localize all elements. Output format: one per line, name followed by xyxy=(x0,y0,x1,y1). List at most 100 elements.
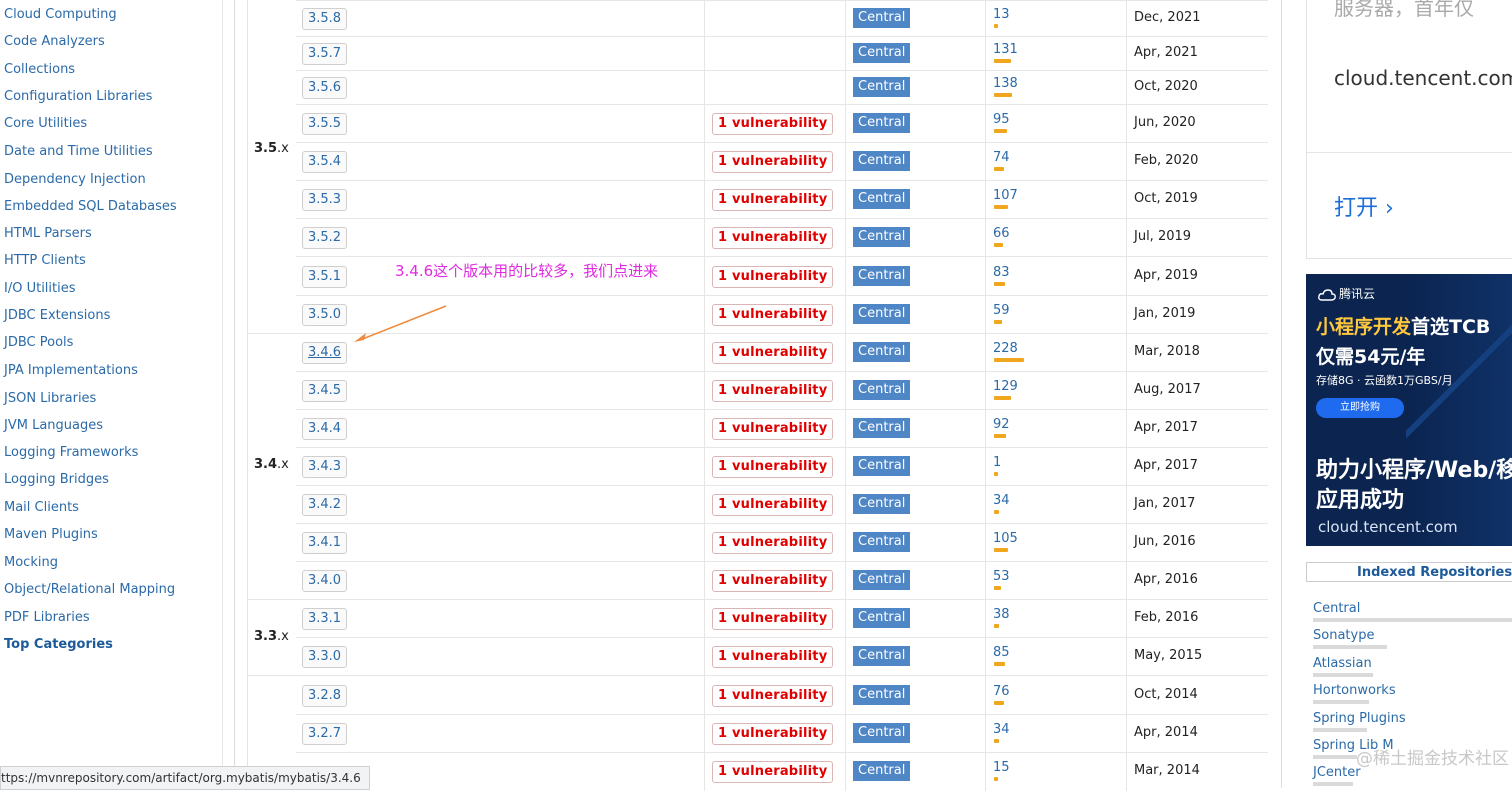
vulnerability-badge[interactable]: 1 vulnerability xyxy=(712,380,834,402)
sidebar-category-link[interactable]: Dependency Injection xyxy=(4,172,146,187)
repository-badge[interactable]: Central xyxy=(853,265,911,286)
version-link[interactable]: 3.5.5 xyxy=(302,113,348,135)
usages-link[interactable]: 85 xyxy=(993,645,1010,660)
sidebar-category-link[interactable]: Logging Frameworks xyxy=(4,445,138,460)
sidebar-category-link[interactable]: Mocking xyxy=(4,555,58,570)
ad-banner[interactable]: 腾讯云 小程序开发首选TCB 仅需54元/年 存储8G · 云函数1万GBS/月… xyxy=(1306,274,1512,546)
repository-badge[interactable]: Central xyxy=(853,456,911,476)
sidebar-category-link[interactable]: Collections xyxy=(4,62,75,77)
repository-badge[interactable]: Central xyxy=(853,304,911,324)
vulnerability-badge[interactable]: 1 vulnerability xyxy=(712,532,834,554)
version-link[interactable]: 3.5.7 xyxy=(302,43,348,65)
usages-link[interactable]: 105 xyxy=(993,531,1018,546)
version-link[interactable]: 3.2.8 xyxy=(302,684,348,707)
version-link[interactable]: 3.5.1 xyxy=(302,265,348,288)
sidebar-category-link[interactable]: HTTP Clients xyxy=(4,253,86,268)
vulnerability-badge[interactable]: 1 vulnerability xyxy=(712,646,834,668)
ad-open-link[interactable]: 打开 › xyxy=(1334,190,1394,222)
version-link[interactable]: 3.3.1 xyxy=(302,608,348,630)
repository-badge[interactable]: Central xyxy=(853,608,911,628)
usages-link[interactable]: 74 xyxy=(993,150,1010,165)
vulnerability-badge[interactable]: 1 vulnerability xyxy=(712,608,834,630)
vulnerability-badge[interactable]: 1 vulnerability xyxy=(712,761,834,783)
version-link[interactable]: 3.4.0 xyxy=(302,570,348,592)
usages-link[interactable]: 34 xyxy=(993,722,1010,737)
sidebar-category-link[interactable]: JVM Languages xyxy=(4,418,103,433)
repository-badge[interactable]: Central xyxy=(853,684,911,705)
vulnerability-badge[interactable]: 1 vulnerability xyxy=(712,684,834,707)
sidebar-category-link[interactable]: Object/Relational Mapping xyxy=(4,582,175,597)
repository-badge[interactable]: Central xyxy=(853,8,911,28)
sidebar-category-link[interactable]: JPA Implementations xyxy=(4,363,138,378)
usages-link[interactable]: 15 xyxy=(993,760,1010,775)
version-link[interactable]: 3.3.0 xyxy=(302,646,348,668)
repository-badge[interactable]: Central xyxy=(853,342,911,362)
repository-badge[interactable]: Central xyxy=(853,723,911,743)
sidebar-category-link[interactable]: JDBC Pools xyxy=(4,335,73,350)
usages-link[interactable]: 38 xyxy=(993,607,1010,622)
ad-buy-button[interactable]: 立即抢购 xyxy=(1316,398,1404,418)
vulnerability-badge[interactable]: 1 vulnerability xyxy=(712,113,834,135)
version-link[interactable]: 3.5.3 xyxy=(302,189,348,211)
version-link[interactable]: 3.2.7 xyxy=(302,723,348,745)
usages-link[interactable]: 95 xyxy=(993,112,1010,127)
usages-link[interactable]: 131 xyxy=(993,42,1018,57)
version-link[interactable]: 3.4.6 xyxy=(302,342,348,364)
top-categories-link[interactable]: Top Categories xyxy=(4,637,113,652)
usages-link[interactable]: 92 xyxy=(993,417,1010,432)
version-link[interactable]: 3.4.2 xyxy=(302,494,348,516)
repository-badge[interactable]: Central xyxy=(853,113,911,133)
vulnerability-badge[interactable]: 1 vulnerability xyxy=(712,227,834,249)
sidebar-category-link[interactable]: PDF Libraries xyxy=(4,610,90,625)
repository-badge[interactable]: Central xyxy=(853,494,911,514)
usages-link[interactable]: 83 xyxy=(993,265,1010,280)
version-link[interactable]: 3.5.2 xyxy=(302,227,348,249)
usages-link[interactable]: 138 xyxy=(993,76,1018,91)
repository-badge[interactable]: Central xyxy=(853,761,911,781)
sidebar-category-link[interactable]: Core Utilities xyxy=(4,116,87,131)
sidebar-category-link[interactable]: Logging Bridges xyxy=(4,472,109,487)
sidebar-category-link[interactable]: I/O Utilities xyxy=(4,281,76,296)
repository-link[interactable]: Atlassian xyxy=(1313,656,1372,671)
vulnerability-badge[interactable]: 1 vulnerability xyxy=(712,418,834,440)
usages-link[interactable]: 34 xyxy=(993,493,1010,508)
usages-link[interactable]: 66 xyxy=(993,226,1010,241)
repository-badge[interactable]: Central xyxy=(853,227,911,247)
repository-link[interactable]: Spring Plugins xyxy=(1313,711,1406,726)
version-link[interactable]: 3.5.6 xyxy=(302,77,348,99)
sidebar-category-link[interactable]: HTML Parsers xyxy=(4,226,92,241)
vulnerability-badge[interactable]: 1 vulnerability xyxy=(712,189,834,211)
sidebar-category-link[interactable]: Code Analyzers xyxy=(4,34,105,49)
repository-link[interactable]: JCenter xyxy=(1313,765,1361,780)
usages-link[interactable]: 1 xyxy=(993,455,1001,470)
version-link[interactable]: 3.4.5 xyxy=(302,380,348,402)
sidebar-category-link[interactable]: Maven Plugins xyxy=(4,527,98,542)
vulnerability-badge[interactable]: 1 vulnerability xyxy=(712,265,834,288)
sidebar-category-link[interactable]: JDBC Extensions xyxy=(4,308,110,323)
repository-link[interactable]: Sonatype xyxy=(1313,628,1374,643)
vulnerability-badge[interactable]: 1 vulnerability xyxy=(712,723,834,745)
repository-badge[interactable]: Central xyxy=(853,418,911,438)
repository-badge[interactable]: Central xyxy=(853,380,911,400)
repository-badge[interactable]: Central xyxy=(853,570,911,590)
usages-link[interactable]: 107 xyxy=(993,188,1018,203)
vulnerability-badge[interactable]: 1 vulnerability xyxy=(712,342,834,364)
repository-badge[interactable]: Central xyxy=(853,43,911,63)
vulnerability-badge[interactable]: 1 vulnerability xyxy=(712,304,834,326)
repository-badge[interactable]: Central xyxy=(853,532,911,552)
vulnerability-badge[interactable]: 1 vulnerability xyxy=(712,570,834,592)
version-link[interactable]: 3.5.4 xyxy=(302,151,348,173)
usages-link[interactable]: 228 xyxy=(993,341,1018,356)
repository-badge[interactable]: Central xyxy=(853,151,911,171)
repository-link[interactable]: Central xyxy=(1313,601,1360,616)
version-link[interactable]: 3.4.4 xyxy=(302,418,348,440)
version-link[interactable]: 3.4.1 xyxy=(302,532,348,554)
usages-link[interactable]: 13 xyxy=(993,7,1010,22)
vulnerability-badge[interactable]: 1 vulnerability xyxy=(712,456,834,478)
vulnerability-badge[interactable]: 1 vulnerability xyxy=(712,494,834,516)
sidebar-category-link[interactable]: Cloud Computing xyxy=(4,7,117,22)
sidebar-category-link[interactable]: Configuration Libraries xyxy=(4,89,152,104)
ad-card[interactable]: 服务器，首年仅 cloud.tencent.com 打开 › xyxy=(1306,0,1512,259)
sidebar-category-link[interactable]: JSON Libraries xyxy=(4,391,96,406)
sidebar-category-link[interactable]: Embedded SQL Databases xyxy=(4,199,177,214)
